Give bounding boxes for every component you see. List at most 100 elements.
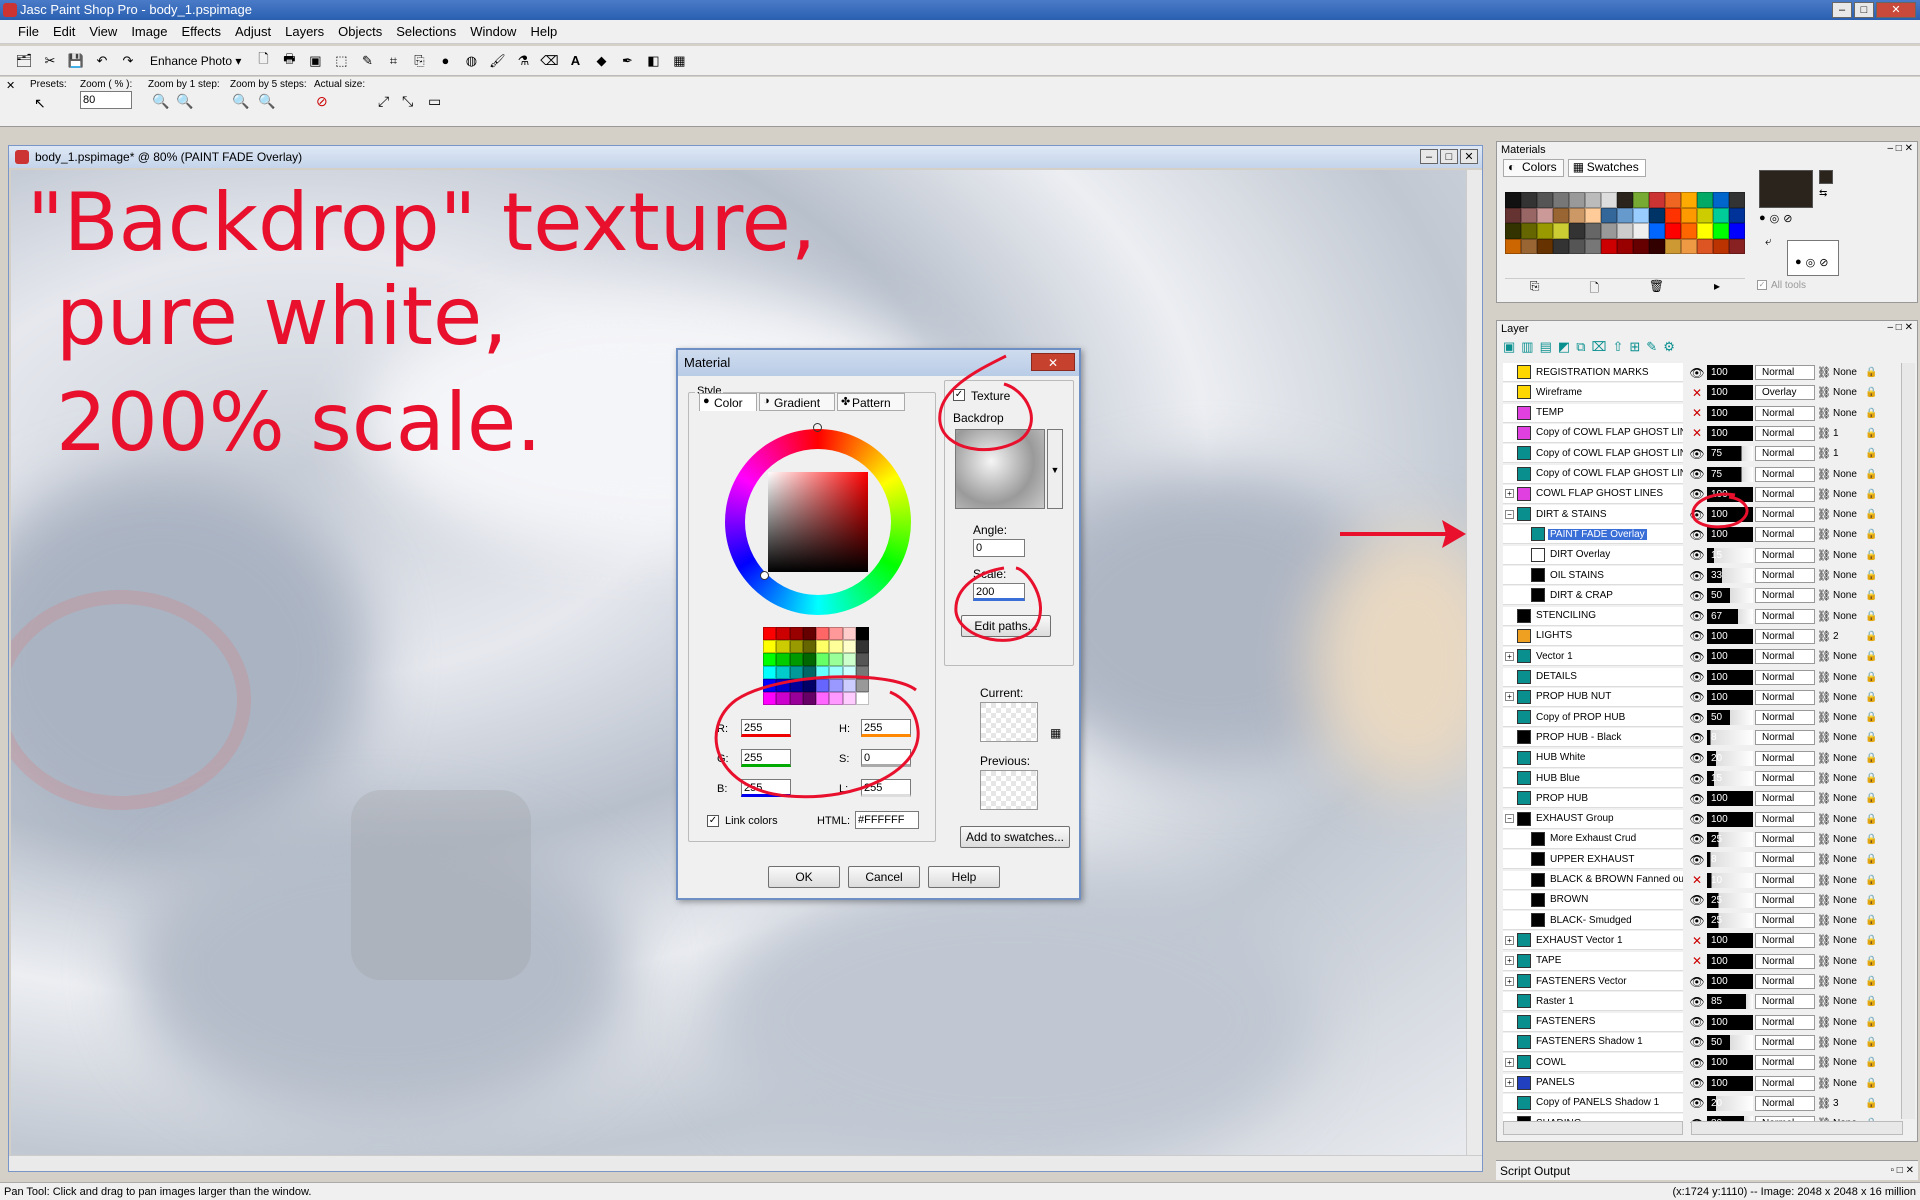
swatch-cell[interactable] xyxy=(1601,238,1617,254)
visibility-toggle-icon[interactable]: ✕ xyxy=(1689,426,1705,440)
layer-name[interactable]: DIRT Overlay xyxy=(1548,549,1612,560)
lock-icon[interactable]: 🔒 xyxy=(1865,895,1877,906)
blend-mode-select[interactable]: Normal xyxy=(1755,1055,1815,1071)
blend-mode-select[interactable]: Normal xyxy=(1755,852,1815,868)
swatch-cell[interactable] xyxy=(1665,223,1681,239)
swatch-cell[interactable] xyxy=(1569,192,1585,208)
blend-mode-select[interactable]: Normal xyxy=(1755,568,1815,583)
link-set[interactable]: None xyxy=(1833,712,1863,723)
new-raster-layer-icon[interactable]: ▣ xyxy=(1503,339,1515,355)
swatch-cell[interactable] xyxy=(1681,192,1697,208)
layer-row[interactable]: − EXHAUST Group 👁 100 Normal ⛓ None 🔒 xyxy=(1503,809,1915,829)
link-icon[interactable]: ⛓ xyxy=(1817,407,1831,420)
swatch-cell[interactable] xyxy=(1713,207,1729,223)
swatch-cell[interactable] xyxy=(1697,207,1713,223)
close-button[interactable]: ✕ xyxy=(1876,2,1916,18)
layer-opacity[interactable]: 100 xyxy=(1707,974,1753,989)
layer-opacity[interactable]: 100 xyxy=(1707,1055,1753,1071)
menu-image[interactable]: Image xyxy=(131,24,167,39)
swatch-cell[interactable] xyxy=(1537,238,1553,254)
link-set[interactable]: None xyxy=(1833,773,1863,784)
eraser-icon[interactable]: ⌫ xyxy=(539,51,559,71)
link-set[interactable]: None xyxy=(1833,834,1863,845)
visibility-toggle-icon[interactable]: 👁 xyxy=(1689,792,1705,806)
expand-toggle-icon[interactable]: − xyxy=(1505,509,1514,519)
blend-mode-select[interactable]: Normal xyxy=(1755,730,1815,746)
swatch-cell[interactable] xyxy=(1633,238,1649,254)
swatch-cell[interactable] xyxy=(1665,192,1681,208)
swatch-cell[interactable] xyxy=(1729,192,1745,208)
layer-row[interactable]: + PROP HUB NUT 👁 100 Normal ⛓ None 🔒 xyxy=(1503,687,1915,707)
swatch-cell[interactable] xyxy=(1713,192,1729,208)
layer-opacity[interactable]: 25 xyxy=(1707,892,1753,908)
lock-icon[interactable]: 🔒 xyxy=(1865,367,1877,378)
lock-icon[interactable]: 🔒 xyxy=(1865,1037,1877,1048)
swatch-cell[interactable] xyxy=(1505,238,1521,254)
link-set[interactable]: None xyxy=(1833,895,1863,906)
layer-opacity[interactable]: 20 xyxy=(1707,1095,1753,1111)
link-icon[interactable]: ⛓ xyxy=(1817,508,1831,521)
layer-name[interactable]: TEMP xyxy=(1534,407,1566,418)
layer-props-hscroll[interactable] xyxy=(1691,1121,1903,1135)
lock-icon[interactable]: 🔒 xyxy=(1865,387,1877,398)
delete-swatch-icon[interactable]: 🗑 xyxy=(1649,279,1664,298)
link-set[interactable]: None xyxy=(1833,854,1863,865)
blend-mode-select[interactable]: Normal xyxy=(1755,405,1815,421)
blend-mode-select[interactable]: Normal xyxy=(1755,974,1815,989)
zoom-input[interactable]: 80 xyxy=(80,91,132,109)
layer-name[interactable]: FASTENERS Vector xyxy=(1534,976,1629,987)
link-icon[interactable]: ⛓ xyxy=(1817,366,1831,379)
menu-objects[interactable]: Objects xyxy=(338,24,382,39)
link-icon[interactable]: ⛓ xyxy=(1817,447,1831,460)
layer-opacity[interactable]: 100 xyxy=(1707,669,1753,685)
link-icon[interactable]: ⛓ xyxy=(1817,610,1831,623)
expand-toggle-icon[interactable]: + xyxy=(1505,1078,1514,1087)
blend-mode-select[interactable]: Normal xyxy=(1755,933,1815,949)
layer-opacity[interactable]: 33 xyxy=(1707,568,1753,583)
lock-icon[interactable]: 🔒 xyxy=(1865,793,1877,804)
layer-row[interactable]: PROP HUB 👁 100 Normal ⛓ None 🔒 xyxy=(1503,789,1915,809)
layer-row[interactable]: UPPER EXHAUST 👁 8 Normal ⛓ None 🔒 xyxy=(1503,850,1915,870)
actual-size-icon[interactable]: ⊘ xyxy=(316,93,328,110)
blend-mode-select[interactable]: Normal xyxy=(1755,771,1815,786)
layer-row[interactable]: Copy of PANELS Shadow 1 👁 20 Normal ⛓ 3 🔒 xyxy=(1503,1093,1915,1113)
layer-row[interactable]: Copy of COWL FLAP GHOST LIN ✕ 100 Normal ⛓ 1 🔒 xyxy=(1503,423,1915,443)
stamp-icon[interactable]: ⎘ xyxy=(409,51,429,71)
layer-name[interactable]: Copy of PROP HUB xyxy=(1534,712,1627,723)
expand-toggle-icon[interactable]: + xyxy=(1505,976,1514,986)
select-icon[interactable]: ▣ xyxy=(305,51,325,71)
layer-name[interactable]: DETAILS xyxy=(1534,671,1579,682)
expand-toggle-icon[interactable]: + xyxy=(1505,692,1514,702)
layer-row[interactable]: BLACK & BROWN Fanned ou ✕ 10 Normal ⛓ None 🔒 xyxy=(1503,870,1915,890)
layer-name[interactable]: Copy of COWL FLAP GHOST LIN xyxy=(1534,427,1683,438)
visibility-toggle-icon[interactable]: 👁 xyxy=(1689,1035,1705,1049)
new-mask-layer-icon[interactable]: ◩ xyxy=(1558,339,1570,355)
link-set[interactable]: None xyxy=(1833,570,1863,581)
layer-row[interactable]: Copy of PROP HUB 👁 50 Normal ⛓ None 🔒 xyxy=(1503,708,1915,728)
dropper-icon[interactable]: ⚗ xyxy=(513,51,533,71)
swatch-cell[interactable] xyxy=(1649,207,1665,223)
layer-name[interactable]: Raster 1 xyxy=(1534,996,1576,1007)
layer-row[interactable]: Copy of COWL FLAP GHOST LIN 👁 75 Normal ⛓ 1 🔒 xyxy=(1503,444,1915,464)
fg-gradient-mode-icon[interactable]: ◎ xyxy=(1770,212,1780,225)
mixer-icon[interactable]: ▦ xyxy=(669,51,689,71)
promote-layer-icon[interactable]: ⇧ xyxy=(1612,339,1623,355)
layer-opacity[interactable]: 67 xyxy=(1707,608,1753,624)
visibility-toggle-icon[interactable]: 👁 xyxy=(1689,670,1705,684)
layer-row[interactable]: DIRT Overlay 👁 15 Normal ⛓ None 🔒 xyxy=(1503,545,1915,565)
fit-window-icon[interactable]: ⤢ xyxy=(378,93,389,110)
expand-toggle-icon[interactable]: + xyxy=(1505,935,1514,945)
scan-icon[interactable]: ✂ xyxy=(40,51,60,71)
lock-icon[interactable]: 🔒 xyxy=(1865,956,1877,967)
lock-icon[interactable]: 🔒 xyxy=(1865,814,1877,825)
visibility-toggle-icon[interactable]: 👁 xyxy=(1689,467,1705,481)
selection-rect-icon[interactable]: ⬚ xyxy=(331,51,351,71)
layer-name[interactable]: PROP HUB xyxy=(1534,793,1590,804)
visibility-toggle-icon[interactable]: 👁 xyxy=(1689,447,1705,461)
swatch-cell[interactable] xyxy=(1553,238,1569,254)
link-icon[interactable]: ⛓ xyxy=(1817,833,1831,846)
layer-row[interactable]: + COWL 👁 100 Normal ⛓ None 🔒 xyxy=(1503,1053,1915,1073)
menu-file[interactable]: File xyxy=(18,24,39,39)
link-set[interactable]: None xyxy=(1833,692,1863,703)
lock-icon[interactable]: 🔒 xyxy=(1865,976,1877,987)
